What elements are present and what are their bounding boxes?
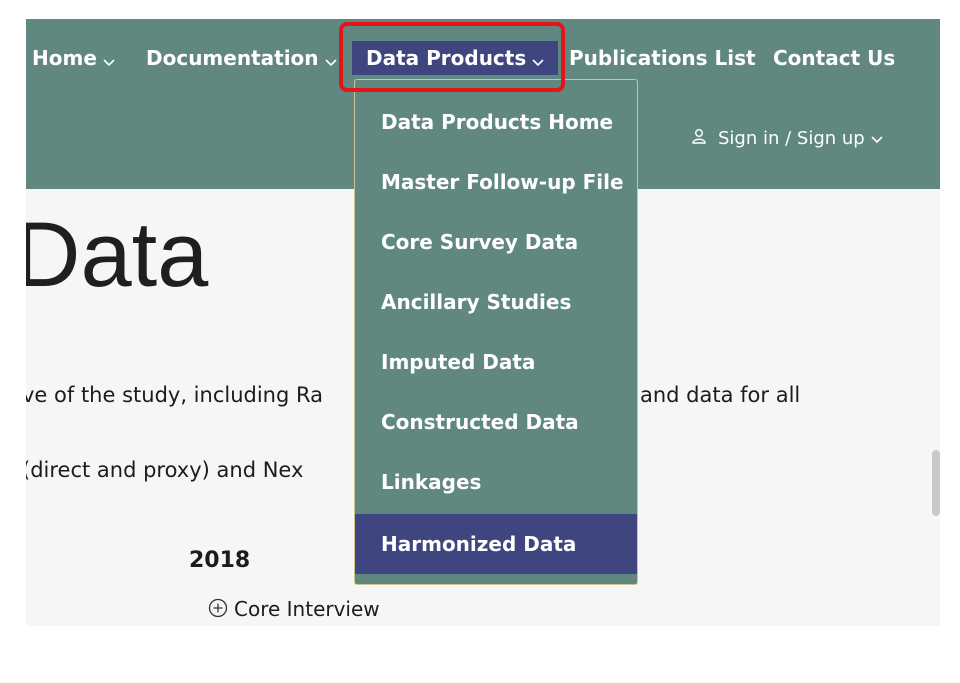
core-interview-toggle[interactable]: Core Interview [208, 595, 380, 625]
intro-text-line: ve of the study, including Ra [26, 383, 323, 407]
chevron-down-icon [103, 43, 115, 77]
user-icon [692, 125, 706, 153]
app-screenshot: Home Documentation Data Products Publica… [26, 19, 940, 626]
chevron-down-icon [532, 43, 544, 77]
year-heading: 2018 [189, 548, 251, 573]
sign-in-link[interactable]: Sign in / Sign up [692, 125, 883, 153]
chevron-down-icon [324, 43, 337, 77]
intro-text-line: (direct and proxy) and Nex [26, 458, 304, 482]
sign-in-label: Sign in / Sign up [718, 128, 865, 149]
nav-publications-label: Publications List [569, 46, 756, 70]
nav-home-label: Home [32, 46, 97, 70]
nav-home[interactable]: Home [32, 41, 115, 75]
nav-contact-us[interactable]: Contact Us [773, 41, 895, 75]
menu-item-linkages[interactable]: Linkages [355, 452, 637, 512]
plus-circle-icon [208, 597, 228, 625]
menu-item-ancillary-studies[interactable]: Ancillary Studies [355, 272, 637, 332]
nav-contact-label: Contact Us [773, 46, 896, 70]
menu-item-harmonized-data[interactable]: Harmonized Data [355, 514, 637, 574]
chevron-down-icon [871, 125, 883, 153]
menu-item-constructed-data[interactable]: Constructed Data [355, 392, 637, 452]
nav-documentation-label: Documentation [146, 46, 319, 70]
menu-item-core-survey-data[interactable]: Core Survey Data [355, 212, 637, 272]
intro-text-line: and data for all [640, 383, 801, 407]
menu-item-master-follow-up-file[interactable]: Master Follow-up File [355, 152, 637, 212]
nav-data-products-label: Data Products [366, 46, 527, 70]
data-products-dropdown-menu: Data Products Home Master Follow-up File… [354, 79, 638, 585]
menu-item-data-products-home[interactable]: Data Products Home [355, 92, 637, 152]
nav-documentation[interactable]: Documentation [146, 41, 337, 75]
nav-data-products[interactable]: Data Products [352, 41, 559, 77]
core-interview-label: Core Interview [234, 597, 380, 621]
page-title: Data [26, 204, 209, 306]
nav-publications-list[interactable]: Publications List [569, 41, 756, 75]
scrollbar-thumb[interactable] [932, 450, 940, 516]
menu-item-imputed-data[interactable]: Imputed Data [355, 332, 637, 392]
